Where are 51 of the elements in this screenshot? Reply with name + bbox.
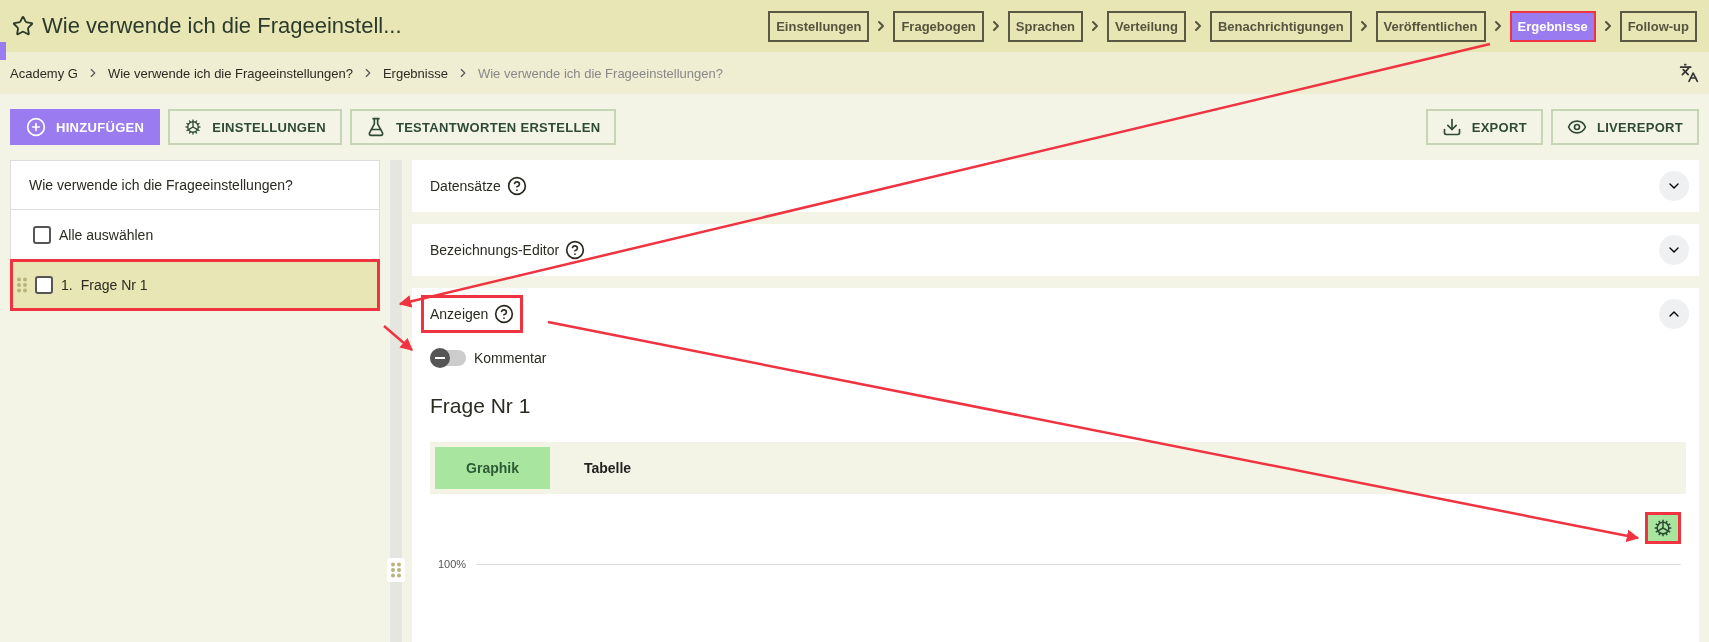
step-tab[interactable]: Follow-up — [1619, 10, 1697, 42]
axis-tick-label: 100% — [438, 558, 467, 570]
breadcrumb-link[interactable]: Ergebnisse — [382, 65, 448, 81]
add-icon — [26, 117, 46, 137]
minus-icon — [435, 357, 445, 359]
checkbox[interactable] — [35, 276, 53, 294]
translate-icon[interactable] — [1679, 63, 1699, 83]
annotation-arrow — [383, 325, 413, 351]
splitter-handle[interactable] — [387, 558, 405, 582]
toolbar-button[interactable]: LIVEREPORT — [1550, 109, 1699, 145]
view-tab[interactable]: Graphik — [435, 447, 550, 489]
survey-title: Wie verwende ich die Frageeinstellungen? — [11, 161, 379, 210]
drag-handle-icon[interactable] — [17, 277, 27, 293]
help-icon[interactable] — [565, 240, 586, 260]
question-row[interactable]: 1. Frage Nr 1 — [11, 260, 379, 310]
step-tab[interactable]: Veröffentlichen — [1375, 10, 1486, 42]
section-title[interactable]: Anzeigen — [430, 306, 489, 322]
select-all-label: Alle auswählen — [59, 227, 154, 243]
help-icon[interactable] — [494, 304, 515, 324]
question-heading: Frage Nr 1 — [430, 394, 532, 418]
question-number: 1. — [61, 277, 73, 293]
expand-toggle[interactable] — [1659, 299, 1689, 329]
star-icon[interactable] — [12, 15, 34, 37]
section-title[interactable]: Datensätze — [430, 178, 501, 194]
section-title[interactable]: Bezeichnungs-Editor — [430, 242, 560, 258]
toolbar-button[interactable]: EXPORT — [1425, 109, 1543, 145]
expand-toggle[interactable] — [1659, 235, 1689, 265]
drag-handle-icon[interactable] — [391, 562, 401, 578]
view-tab[interactable]: Tabelle — [550, 447, 665, 489]
expand-toggle[interactable] — [1659, 171, 1689, 201]
settings-icon — [184, 118, 203, 136]
download-icon — [1441, 117, 1462, 137]
side-marker — [0, 42, 6, 60]
eye-icon — [1566, 117, 1587, 137]
toggle-label: Kommentar — [474, 350, 547, 366]
step-tab[interactable]: Sprachen — [1007, 10, 1084, 42]
help-icon[interactable] — [506, 176, 527, 196]
settings-icon — [1653, 518, 1673, 538]
step-tab[interactable]: Einstellungen — [768, 10, 870, 42]
step-tab[interactable]: Fragebogen — [893, 10, 984, 42]
question-label: Frage Nr 1 — [80, 277, 148, 293]
breadcrumb-link[interactable]: Academy G — [10, 65, 78, 81]
breadcrumb-link[interactable]: Wie verwende ich die Frageeinstellungen? — [107, 65, 353, 81]
chart-settings-button[interactable] — [1645, 512, 1681, 544]
toolbar-button[interactable]: EINSTELLUNGEN — [168, 109, 342, 145]
step-tab[interactable]: Verteilung — [1107, 10, 1186, 42]
step-tab[interactable]: Benachrichtigungen — [1209, 10, 1352, 42]
toolbar-button[interactable]: TESTANTWORTEN ERSTELLEN — [349, 109, 617, 145]
page-title: Wie verwende ich die Frageeinstell... — [42, 13, 402, 39]
toggle-switch[interactable] — [430, 350, 466, 366]
checkbox[interactable] — [33, 226, 51, 244]
